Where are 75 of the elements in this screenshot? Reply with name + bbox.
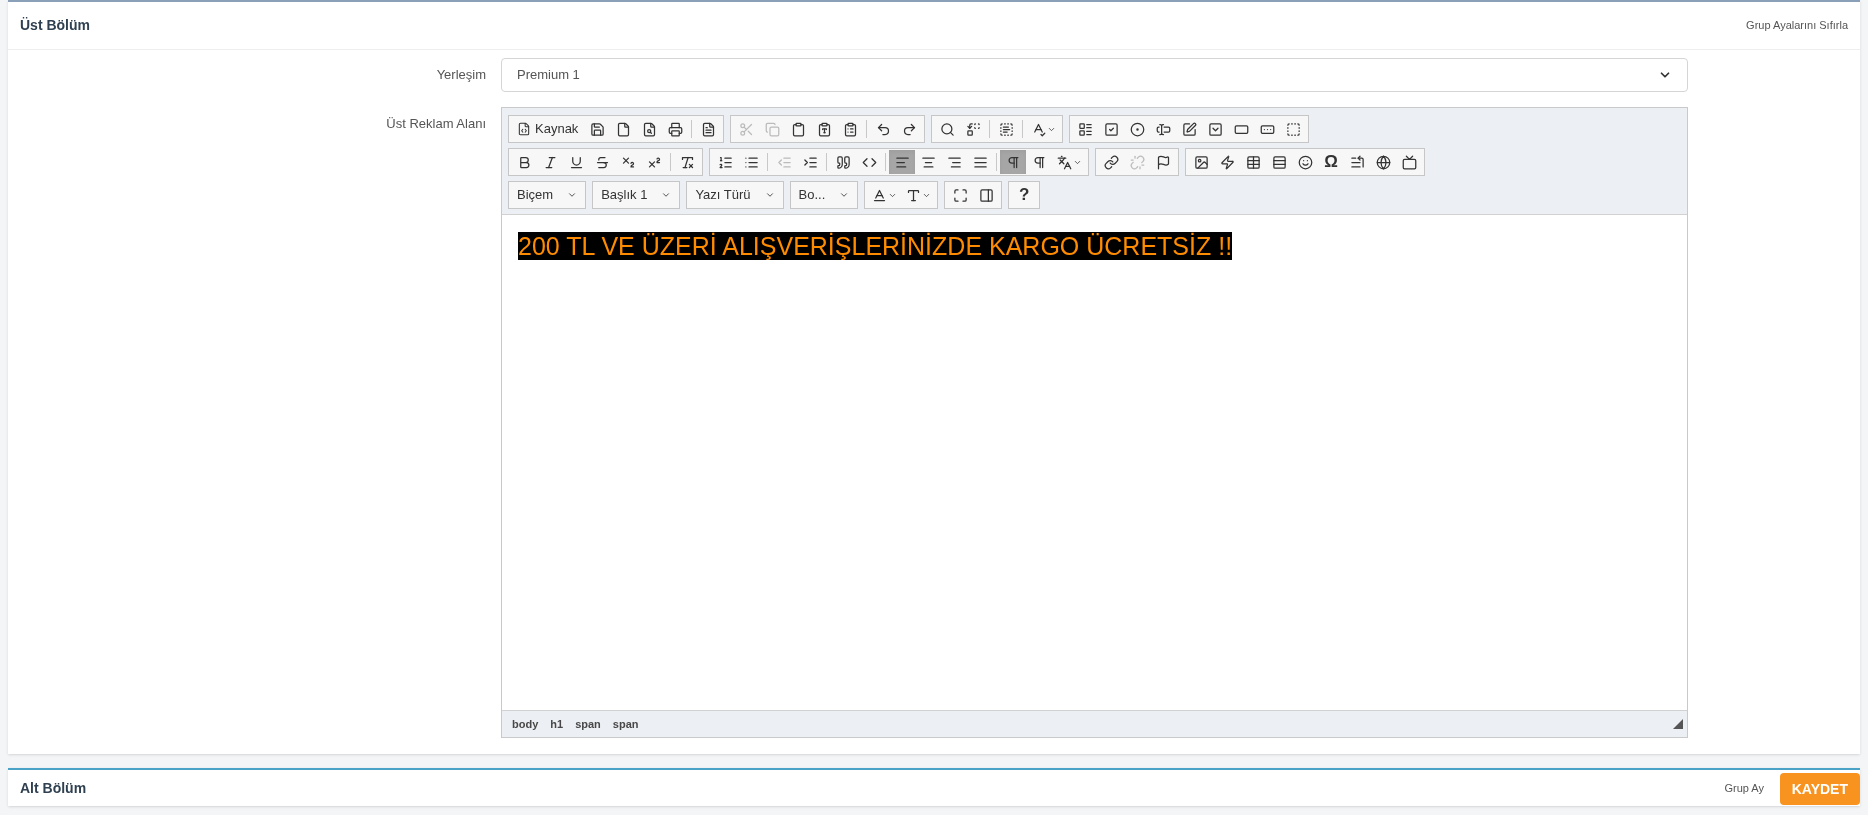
flag-icon bbox=[1155, 154, 1171, 170]
section-title: Üst Bölüm bbox=[20, 16, 90, 35]
quote-icon bbox=[835, 154, 851, 170]
preview-icon bbox=[641, 121, 657, 137]
link-icon bbox=[1103, 154, 1119, 170]
superscript-icon bbox=[646, 154, 662, 170]
outdent-icon bbox=[776, 154, 792, 170]
toolbar-button[interactable]: ? bbox=[1011, 183, 1038, 207]
toolbar-button[interactable]: Ω bbox=[1318, 150, 1344, 174]
search-icon bbox=[939, 121, 955, 137]
element-path-link[interactable]: h1 bbox=[550, 715, 564, 733]
clipboard-text-icon bbox=[816, 121, 832, 137]
toolbar-dropdown[interactable]: Başlık 1 bbox=[592, 181, 681, 209]
element-path-link[interactable]: body bbox=[512, 715, 539, 733]
element-path-link[interactable]: span bbox=[575, 715, 601, 733]
save-icon bbox=[589, 121, 605, 137]
toolbar-dropdown[interactable]: Bo... bbox=[789, 181, 859, 209]
print-icon bbox=[667, 121, 683, 137]
align-center-icon bbox=[920, 154, 936, 170]
caret-icon bbox=[839, 190, 850, 200]
document-icon bbox=[700, 121, 716, 137]
toolbar-button[interactable] bbox=[1000, 150, 1026, 174]
clipboard-icon bbox=[790, 121, 806, 137]
select-box-icon bbox=[1207, 121, 1223, 137]
page-break-icon bbox=[1349, 154, 1365, 170]
blank-page-icon bbox=[615, 121, 631, 137]
indent-icon bbox=[802, 154, 818, 170]
radio-icon bbox=[1129, 121, 1145, 137]
copy-icon bbox=[764, 121, 780, 137]
justify-icon bbox=[972, 154, 988, 170]
caret-icon bbox=[567, 190, 578, 200]
maximize-icon bbox=[952, 187, 968, 203]
banner-text: 200 TL VE ÜZERİ ALIŞVERİŞLERİNİZDE KARGO ÜCRETSİZ !! bbox=[518, 232, 1233, 260]
strikethrough-icon bbox=[594, 154, 610, 170]
redo-icon bbox=[901, 121, 917, 137]
reset-link[interactable]: Grup Ayalarını Sıfırla bbox=[1746, 17, 1848, 34]
select-field[interactable]: Premium 1 bbox=[501, 58, 1688, 92]
italic-icon bbox=[542, 154, 558, 170]
align-right-icon bbox=[946, 154, 962, 170]
subscript-icon bbox=[620, 154, 636, 170]
text-field-icon bbox=[1155, 121, 1171, 137]
undo-icon bbox=[875, 121, 891, 137]
table-icon bbox=[1245, 154, 1261, 170]
unlink-icon bbox=[1129, 154, 1145, 170]
clipboard-list-icon bbox=[842, 121, 858, 137]
text-color-icon bbox=[871, 187, 887, 203]
clear-format-icon bbox=[679, 154, 695, 170]
show-blocks-icon bbox=[978, 187, 994, 203]
numbered-list-icon bbox=[717, 154, 733, 170]
align-left-icon bbox=[894, 154, 910, 170]
scissors-icon bbox=[738, 121, 754, 137]
caret-icon bbox=[764, 190, 775, 200]
reset-link[interactable]: Grup Ay bbox=[1724, 779, 1764, 797]
image-icon bbox=[1193, 154, 1209, 170]
form-icon bbox=[1077, 121, 1093, 137]
section-title: Alt Bölüm bbox=[20, 778, 87, 798]
source-button[interactable]: Kaynak bbox=[511, 117, 585, 141]
toolbar-dropdown[interactable]: Yazı Türü bbox=[686, 181, 784, 209]
horizontal-lines-icon bbox=[1271, 154, 1287, 170]
checkbox-icon bbox=[1103, 121, 1119, 137]
toolbar-dropdown[interactable]: Biçem bbox=[508, 181, 587, 209]
select-all-icon bbox=[998, 121, 1014, 137]
resize-handle-icon[interactable] bbox=[1673, 719, 1683, 729]
smiley-icon bbox=[1297, 154, 1313, 170]
replace-icon bbox=[965, 121, 981, 137]
field-label: Yerleşim bbox=[435, 66, 486, 85]
flash-icon bbox=[1219, 154, 1235, 170]
globe-icon bbox=[1375, 154, 1391, 170]
element-path-link[interactable]: span bbox=[612, 715, 639, 733]
code-file-icon bbox=[517, 122, 531, 136]
underline-icon bbox=[568, 154, 584, 170]
language-icon bbox=[1056, 154, 1072, 170]
caret-icon bbox=[661, 190, 672, 200]
field-label: Üst Reklam Alanı bbox=[385, 115, 486, 133]
bullet-list-icon bbox=[743, 154, 759, 170]
